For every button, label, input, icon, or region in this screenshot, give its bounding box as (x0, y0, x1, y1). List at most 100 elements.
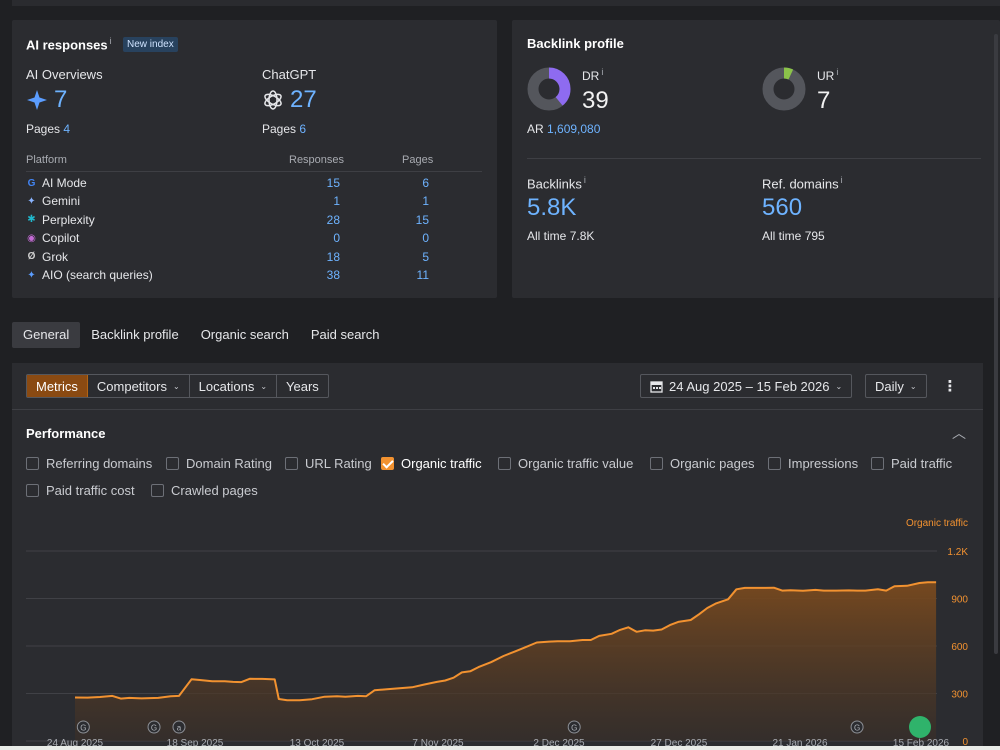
marker-label: G (571, 724, 577, 733)
checkbox-referring-domains[interactable]: Referring domains (26, 456, 152, 471)
google-update-marker[interactable]: a (172, 720, 186, 734)
chatgpt-pages-link[interactable]: 6 (299, 122, 306, 136)
tab-organic-search[interactable]: Organic search (190, 322, 300, 348)
info-icon[interactable]: i (601, 67, 603, 77)
checkbox-organic-pages[interactable]: Organic pages (650, 456, 755, 471)
responses-link[interactable]: 1 (333, 194, 340, 208)
ur-value[interactable]: 7 (817, 87, 830, 115)
granularity-dropdown[interactable]: Daily ⌄ (865, 374, 927, 398)
chatgpt-label: ChatGPT (262, 67, 317, 82)
chatgpt-pages: Pages 6 (262, 122, 307, 136)
backlinks-value[interactable]: 5.8K (527, 194, 576, 222)
current-point-dot[interactable] (909, 716, 931, 738)
platform-name: Gemini (42, 194, 81, 209)
info-icon[interactable]: i (836, 67, 838, 77)
google-update-marker[interactable]: G (76, 720, 90, 734)
ref-domains-label: Ref. domains i (762, 175, 843, 192)
checkbox-label: Paid traffic cost (46, 483, 135, 498)
checkbox-url-rating[interactable]: URL Rating (285, 456, 372, 471)
google-update-marker[interactable]: G (147, 720, 161, 734)
scrollbar[interactable] (994, 34, 998, 654)
checkbox-impressions[interactable]: Impressions (768, 456, 858, 471)
ref-domains-value[interactable]: 560 (762, 194, 802, 222)
checkbox-domain-rating[interactable]: Domain Rating (166, 456, 272, 471)
new-index-badge: New index (123, 37, 178, 52)
checkbox-paid-traffic-cost[interactable]: Paid traffic cost (26, 483, 135, 498)
ai-overviews-value[interactable]: 7 (26, 86, 67, 114)
pages-link[interactable]: 0 (422, 231, 429, 245)
copilot-icon: ◉ (27, 232, 36, 244)
info-icon[interactable]: i (110, 36, 112, 46)
info-icon[interactable]: i (841, 175, 843, 185)
y-tick-label: 600 (951, 642, 968, 653)
section-tabs: General Backlink profile Organic search … (12, 322, 391, 348)
checkbox-box[interactable] (285, 457, 298, 470)
chatgpt-value[interactable]: 27 (262, 86, 317, 114)
toolbar-divider (12, 409, 983, 410)
checkbox-label: Organic traffic value (518, 456, 634, 471)
ai-responses-title: AI responses i (26, 36, 112, 53)
platform-name: Grok (42, 249, 69, 264)
metrics-button[interactable]: Metrics (27, 375, 88, 397)
ur-label: UR i (817, 67, 839, 83)
years-button[interactable]: Years (277, 375, 328, 397)
checkbox-box[interactable] (768, 457, 781, 470)
tab-paid-search[interactable]: Paid search (300, 322, 391, 348)
checkbox-box[interactable] (871, 457, 884, 470)
checkbox-paid-traffic[interactable]: Paid traffic (871, 456, 952, 471)
checkbox-box[interactable] (166, 457, 179, 470)
col-platform: Platform (26, 154, 67, 166)
pages-link[interactable]: 15 (416, 213, 429, 227)
date-range-picker[interactable]: 24 Aug 2025 – 15 Feb 2026 ⌄ (640, 374, 853, 398)
google-update-marker[interactable]: G (567, 720, 581, 734)
competitors-dropdown[interactable]: Competitors ⌄ (88, 375, 190, 397)
tab-general[interactable]: General (12, 322, 81, 348)
checkbox-organic-traffic-value[interactable]: Organic traffic value (498, 456, 633, 471)
backlinks-label: Backlinks i (527, 175, 586, 192)
checkbox-organic-traffic[interactable]: Organic traffic (381, 456, 482, 471)
checkbox-box[interactable] (26, 457, 39, 470)
checkbox-label: URL Rating (305, 456, 372, 471)
checkbox-box[interactable] (381, 457, 394, 470)
table-row: ✦ Gemini 1 1 (26, 194, 482, 212)
table-row: Ø Grok 18 5 (26, 250, 482, 268)
responses-link[interactable]: 38 (327, 268, 340, 282)
pages-link[interactable]: 11 (417, 268, 429, 282)
google-update-marker[interactable]: G (850, 720, 864, 734)
collapse-icon[interactable]: ︿ (952, 423, 966, 443)
calendar-icon (650, 380, 663, 393)
backlink-profile-card (512, 20, 1000, 298)
locations-dropdown[interactable]: Locations ⌄ (190, 375, 278, 397)
table-row: G AI Mode 15 6 (26, 176, 482, 194)
y-tick-label: 900 (951, 595, 968, 606)
platform-cell: G AI Mode (26, 176, 87, 190)
checkbox-box[interactable] (151, 484, 164, 497)
pages-link[interactable]: 5 (422, 250, 429, 264)
col-pages[interactable]: Pages (402, 154, 433, 166)
col-responses[interactable]: Responses (289, 154, 344, 166)
dr-value[interactable]: 39 (582, 87, 609, 115)
more-options-icon[interactable]: ⋮ (942, 374, 958, 398)
marker-label: G (854, 724, 860, 733)
checkbox-box[interactable] (26, 484, 39, 497)
tab-backlink-profile[interactable]: Backlink profile (80, 322, 189, 348)
chevron-down-icon: ⌄ (909, 381, 917, 391)
responses-link[interactable]: 28 (327, 213, 340, 227)
checkbox-label: Crawled pages (171, 483, 258, 498)
pages-link[interactable]: 6 (422, 176, 429, 190)
pages-link[interactable]: 1 (422, 194, 429, 208)
responses-link[interactable]: 0 (333, 231, 340, 245)
checkbox-box[interactable] (650, 457, 663, 470)
ar-row: AR 1,609,080 (527, 122, 601, 136)
marker-label: a (177, 724, 182, 733)
platform-cell: ✦ Gemini (26, 194, 80, 208)
info-icon[interactable]: i (584, 175, 586, 185)
ar-value[interactable]: 1,609,080 (547, 122, 600, 136)
platform-cell: ◉ Copilot (26, 231, 79, 245)
responses-link[interactable]: 18 (327, 250, 340, 264)
marker-label: G (80, 724, 86, 733)
checkbox-crawled-pages[interactable]: Crawled pages (151, 483, 258, 498)
checkbox-box[interactable] (498, 457, 511, 470)
ai-overviews-pages-link[interactable]: 4 (63, 122, 70, 136)
responses-link[interactable]: 15 (327, 176, 340, 190)
